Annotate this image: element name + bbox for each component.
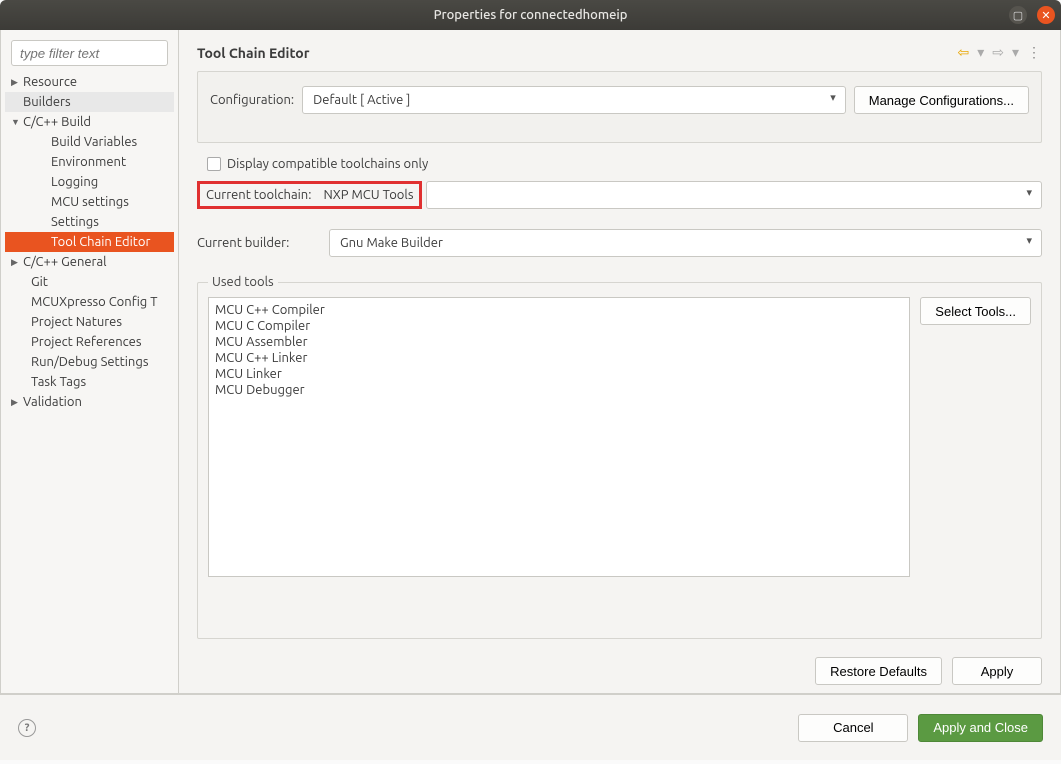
chevron-right-icon: ▶ (11, 397, 23, 408)
page-title: Tool Chain Editor (197, 45, 309, 61)
maximize-button[interactable]: ▢ (1009, 6, 1027, 24)
window-title: Properties for connectedhomeip (434, 8, 628, 22)
restore-defaults-button[interactable]: Restore Defaults (815, 657, 942, 685)
window-controls: ▢ ✕ (1009, 6, 1055, 24)
configuration-value: Default [ Active ] (302, 86, 846, 114)
used-tools-side: Select Tools... (920, 297, 1031, 628)
tree-builders[interactable]: ▶ Builders (5, 92, 174, 112)
toolchain-value-text: NXP MCU Tools (319, 188, 413, 202)
display-compat-row[interactable]: Display compatible toolchains only (207, 157, 1042, 171)
tree-label: Tool Chain Editor (51, 235, 150, 249)
builder-select[interactable]: Gnu Make Builder (329, 229, 1042, 257)
tree-environment[interactable]: Environment (5, 152, 174, 172)
back-arrow-icon[interactable]: ⇦ (957, 44, 969, 61)
tree-git[interactable]: Git (5, 272, 174, 292)
tree-label: Task Tags (31, 375, 86, 389)
tree-ccbuild[interactable]: ▼ C/C++ Build (5, 112, 174, 132)
tree-build-variables[interactable]: Build Variables (5, 132, 174, 152)
builder-label: Current builder: (197, 236, 319, 250)
toolchain-row: Current toolchain: NXP MCU Tools (197, 181, 1042, 209)
tree-label: Settings (51, 215, 99, 229)
tree: ▶ Resource ▶ Builders ▼ C/C++ Build Buil… (5, 72, 174, 689)
main-panel: Tool Chain Editor ⇦ ▾ ⇨ ▾ ⋮ Configuratio… (179, 30, 1060, 693)
used-tool-item[interactable]: MCU C Compiler (215, 318, 903, 334)
chevron-right-icon: ▶ (11, 257, 23, 268)
help-icon[interactable]: ? (18, 719, 36, 737)
tree-label: MCUXpresso Config T (31, 295, 158, 309)
back-dropdown-icon[interactable]: ▾ (977, 44, 984, 61)
select-tools-button[interactable]: Select Tools... (920, 297, 1031, 325)
toolchain-highlight: Current toolchain: NXP MCU Tools (197, 181, 422, 209)
tree-label: C/C++ Build (23, 115, 91, 129)
tree-label: Build Variables (51, 135, 137, 149)
tree-mcu-settings[interactable]: MCU settings (5, 192, 174, 212)
page-footer-buttons: Restore Defaults Apply (197, 657, 1042, 685)
used-tools-fieldset: Used tools MCU C++ CompilerMCU C Compile… (197, 275, 1042, 639)
builder-value: Gnu Make Builder (329, 229, 1042, 257)
display-compat-checkbox[interactable] (207, 157, 221, 171)
tree-task-tags[interactable]: Task Tags (5, 372, 174, 392)
header-row: Tool Chain Editor ⇦ ▾ ⇨ ▾ ⋮ (197, 44, 1042, 61)
tree-mcuxpresso[interactable]: MCUXpresso Config T (5, 292, 174, 312)
used-tool-item[interactable]: MCU Assembler (215, 334, 903, 350)
sidebar: ▶ Resource ▶ Builders ▼ C/C++ Build Buil… (1, 30, 179, 693)
tree-logging[interactable]: Logging (5, 172, 174, 192)
tree-resource[interactable]: ▶ Resource (5, 72, 174, 92)
toolchain-label: Current toolchain: (206, 188, 311, 202)
header-icons: ⇦ ▾ ⇨ ▾ ⋮ (957, 44, 1042, 61)
tree-validation[interactable]: ▶ Validation (5, 392, 174, 412)
apply-and-close-button[interactable]: Apply and Close (918, 714, 1043, 742)
tree-label: Resource (23, 75, 77, 89)
tree-project-references[interactable]: Project References (5, 332, 174, 352)
dialog-footer-right: Cancel Apply and Close (798, 714, 1043, 742)
used-tool-item[interactable]: MCU C++ Compiler (215, 302, 903, 318)
configuration-label: Configuration: (210, 93, 294, 107)
configuration-select[interactable]: Default [ Active ] (302, 86, 846, 114)
apply-button[interactable]: Apply (952, 657, 1042, 685)
tree-label: Logging (51, 175, 98, 189)
tree-label: Git (31, 275, 48, 289)
apply-label: Apply (981, 664, 1014, 679)
forward-arrow-icon[interactable]: ⇨ (992, 44, 1004, 61)
manage-configurations-button[interactable]: Manage Configurations... (854, 86, 1029, 114)
tree-label: Run/Debug Settings (31, 355, 148, 369)
cancel-button[interactable]: Cancel (798, 714, 908, 742)
forward-dropdown-icon[interactable]: ▾ (1012, 44, 1019, 61)
window-body: ▶ Resource ▶ Builders ▼ C/C++ Build Buil… (0, 30, 1061, 694)
builder-row: Current builder: Gnu Make Builder (197, 229, 1042, 257)
tree-label: Validation (23, 395, 82, 409)
filter-input[interactable] (11, 40, 168, 66)
restore-defaults-label: Restore Defaults (830, 664, 927, 679)
tree-settings[interactable]: Settings (5, 212, 174, 232)
menu-dots-icon[interactable]: ⋮ (1027, 44, 1042, 61)
tree-ccgeneral[interactable]: ▶ C/C++ General (5, 252, 174, 272)
tree-label: C/C++ General (23, 255, 107, 269)
tree-run-debug[interactable]: Run/Debug Settings (5, 352, 174, 372)
toolchain-combo (426, 181, 1042, 209)
tree-label: Environment (51, 155, 126, 169)
used-tools-legend: Used tools (208, 275, 278, 289)
titlebar: Properties for connectedhomeip ▢ ✕ (0, 0, 1061, 30)
used-tool-item[interactable]: MCU Linker (215, 366, 903, 382)
chevron-down-icon: ▼ (11, 117, 23, 127)
display-compat-label: Display compatible toolchains only (227, 157, 428, 171)
used-tool-item[interactable]: MCU C++ Linker (215, 350, 903, 366)
dialog-footer: ? Cancel Apply and Close (0, 694, 1061, 760)
chevron-right-icon: ▶ (11, 77, 23, 88)
toolchain-select[interactable] (426, 181, 1042, 209)
tree-label: Project References (31, 335, 141, 349)
tree-label: Builders (23, 95, 71, 109)
configuration-box: Configuration: Default [ Active ] Manage… (197, 71, 1042, 143)
tree-project-natures[interactable]: Project Natures (5, 312, 174, 332)
tree-toolchain-editor[interactable]: Tool Chain Editor (5, 232, 174, 252)
close-button[interactable]: ✕ (1037, 6, 1055, 24)
used-tools-list[interactable]: MCU C++ CompilerMCU C CompilerMCU Assemb… (208, 297, 910, 577)
tree-label: MCU settings (51, 195, 129, 209)
tree-label: Project Natures (31, 315, 122, 329)
used-tool-item[interactable]: MCU Debugger (215, 382, 903, 398)
